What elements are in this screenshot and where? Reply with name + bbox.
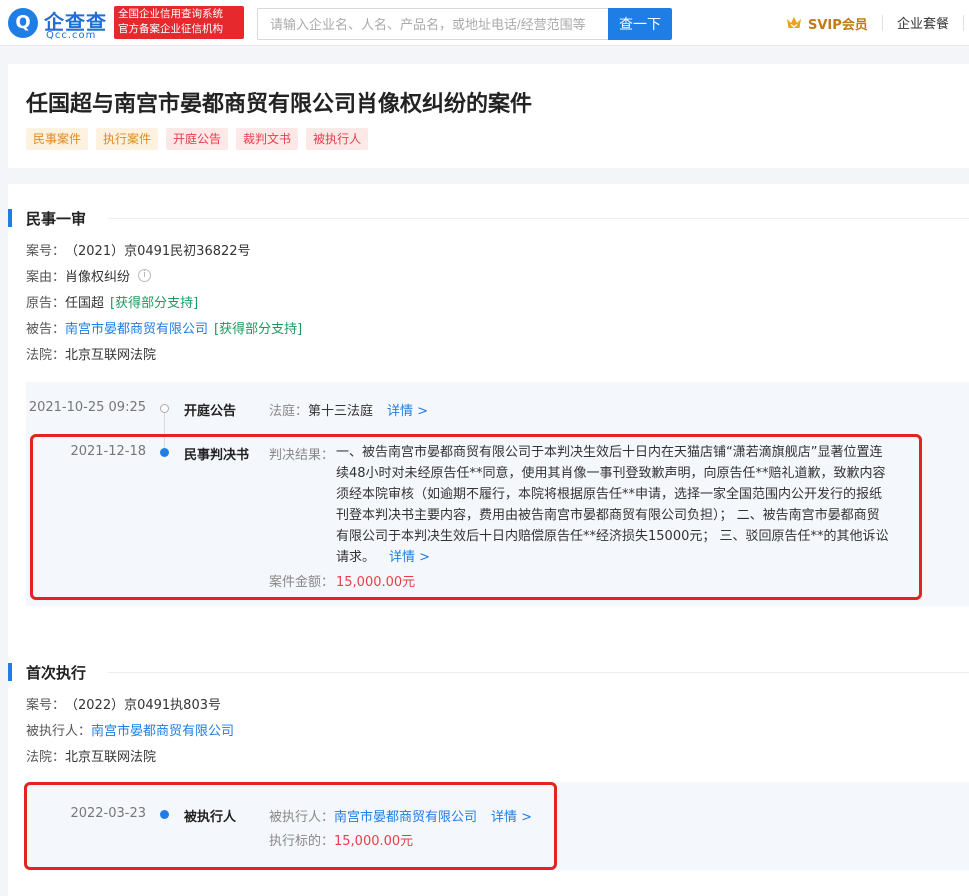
court-value: 北京互联网法院 [65,750,157,765]
enterprise-package-link[interactable]: 企业套餐 [897,13,949,32]
search-input[interactable] [257,8,609,40]
tag-judgment[interactable]: 裁判文书 [236,128,299,150]
case-number-label: 案号： [26,698,66,713]
badge-line-1: 全国企业信用查询系统 [118,8,223,20]
section-first-trial: 民事一审 [8,208,969,228]
tag-executed-person[interactable]: 被执行人 [306,128,369,150]
section-title: 民事一审 [26,210,87,228]
cause-row: 案由： 肖像权纠纷 i [26,266,152,285]
svip-link[interactable]: SVIP会员 [786,13,868,33]
plaintiff-value: 任国超 [65,296,105,311]
defendant-company-link[interactable]: 南宫市晏都商贸有限公司 [65,318,208,337]
section-divider [108,672,969,673]
plaintiff-label: 原告： [26,296,66,311]
info-icon[interactable]: i [138,269,152,282]
detail-link[interactable]: 详情 > [387,404,428,419]
executed-person-row: 被执行人： 南宫市晏都商贸有限公司 [26,720,234,739]
highlight-box [30,434,922,600]
case-number-label: 案号： [26,244,66,259]
executed-person-label: 被执行人： [26,724,92,739]
event-date: 2021-10-25 09:25 [28,400,146,415]
court-row: 法院： 北京互联网法院 [26,746,156,765]
page-title: 任国超与南宫市晏都商贸有限公司肖像权纠纷的案件 [26,92,533,117]
logo-mark-icon: Q [8,8,38,38]
top-header: Q 企查查 Qcc.com 全国企业信用查询系统 官方备案企业征信机构 查一下 … [0,0,969,46]
crown-icon [787,17,801,28]
plaintiff-support-note: [获得部分支持] [110,296,199,311]
tag-execution[interactable]: 执行案件 [96,128,159,150]
badge-line-2: 官方备案企业征信机构 [118,23,223,35]
section-first-execution: 首次执行 [8,662,969,682]
section-accent-bar [8,663,12,681]
credit-badge: 全国企业信用查询系统 官方备案企业征信机构 [114,6,244,39]
qcc-logo[interactable]: Q 企查查 Qcc.com [8,6,108,42]
section-accent-bar [8,209,12,227]
event-label: 法庭： [269,404,309,419]
case-number-row: 案号： （2021）京0491民初36822号 [26,240,251,259]
tag-civil[interactable]: 民事案件 [26,128,89,150]
event-value: 第十三法庭 详情 > [308,400,428,419]
defendant-label: 被告： [26,322,66,337]
cause-value: 肖像权纠纷 [65,270,131,285]
court-row: 法院： 北京互联网法院 [26,344,156,363]
event-type: 开庭公告 [184,404,237,419]
plaintiff-row: 原告： 任国超 [获得部分支持] [26,292,198,311]
court-room-value: 第十三法庭 [308,404,374,419]
court-label: 法院： [26,750,66,765]
case-tags: 民事案件 执行案件 开庭公告 裁判文书 被执行人 [26,128,369,150]
case-title-card: 任国超与南宫市晏都商贸有限公司肖像权纠纷的案件 民事案件 执行案件 开庭公告 裁… [8,64,969,168]
case-number-value: （2022）京0491执803号 [65,698,221,713]
timeline-dot [160,404,169,413]
section-divider [108,218,969,219]
svip-label: SVIP会员 [808,17,868,33]
header-divider [963,15,964,31]
executed-company-link[interactable]: 南宫市晏都商贸有限公司 [91,720,234,739]
case-number-row: 案号： （2022）京0491执803号 [26,694,221,713]
logo-domain: Qcc.com [46,30,97,41]
defendant-support-note: [获得部分支持] [214,322,303,337]
header-divider [882,15,883,31]
cause-label: 案由： [26,270,66,285]
court-label: 法院： [26,348,66,363]
case-detail-card: 民事一审 案号： （2021）京0491民初36822号 案由： 肖像权纠纷 i… [8,184,969,896]
highlight-box [24,782,557,870]
section-title: 首次执行 [26,664,87,682]
tag-hearing[interactable]: 开庭公告 [166,128,229,150]
defendant-row: 被告： 南宫市晏都商贸有限公司 [获得部分支持] [26,318,302,337]
case-number-value: （2021）京0491民初36822号 [65,244,251,259]
court-value: 北京互联网法院 [65,348,157,363]
search-button[interactable]: 查一下 [608,8,672,40]
